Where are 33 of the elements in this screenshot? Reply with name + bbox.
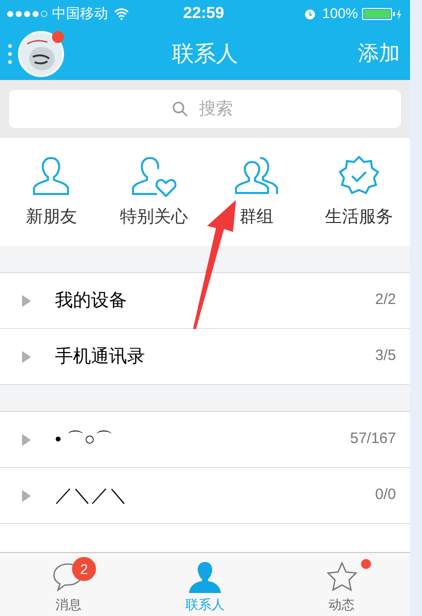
battery-percent: 100% — [322, 4, 358, 23]
expand-arrow-icon[interactable] — [22, 490, 31, 502]
unread-badge: 2 — [72, 557, 96, 581]
shortcut-button[interactable]: 特别关心 — [102, 154, 205, 230]
person-icon — [188, 560, 222, 592]
expand-arrow-icon[interactable] — [22, 294, 31, 306]
expand-arrow-icon[interactable] — [22, 350, 31, 362]
member-count: 2/2 — [375, 290, 396, 310]
wifi-icon — [114, 8, 130, 20]
member-count: 3/5 — [375, 346, 396, 366]
battery-icon — [362, 8, 404, 20]
clock-text: 22:59 — [183, 4, 224, 24]
tab[interactable]: 消息 2 — [0, 553, 137, 616]
search-icon — [172, 101, 188, 117]
page-title: 联系人 — [172, 40, 238, 68]
shortcut-button[interactable]: 群组 — [205, 154, 308, 230]
avatar[interactable] — [18, 30, 64, 76]
more-dots-icon[interactable] — [8, 42, 12, 64]
tab[interactable]: 动态 — [273, 553, 410, 616]
carrier-text: ●●●●○ 中国移动 — [6, 4, 108, 23]
member-count: 57/167 — [350, 429, 396, 450]
alarm-icon — [304, 8, 316, 20]
group-name: 手机通讯录 — [55, 345, 145, 368]
shortcut-button[interactable]: 生活服务 — [308, 154, 410, 230]
member-count: 0/0 — [375, 485, 396, 506]
group-name: ／＼／＼ — [55, 484, 127, 507]
search-field[interactable]: 搜索 — [9, 90, 401, 128]
group-name: 我的设备 — [55, 289, 127, 312]
shortcut-button[interactable]: 新朋友 — [0, 154, 102, 230]
person-heart-icon — [130, 154, 178, 198]
expand-arrow-icon[interactable] — [22, 434, 31, 446]
star-icon — [326, 560, 358, 592]
group-name: • ⌒○⌒ — [55, 428, 114, 451]
